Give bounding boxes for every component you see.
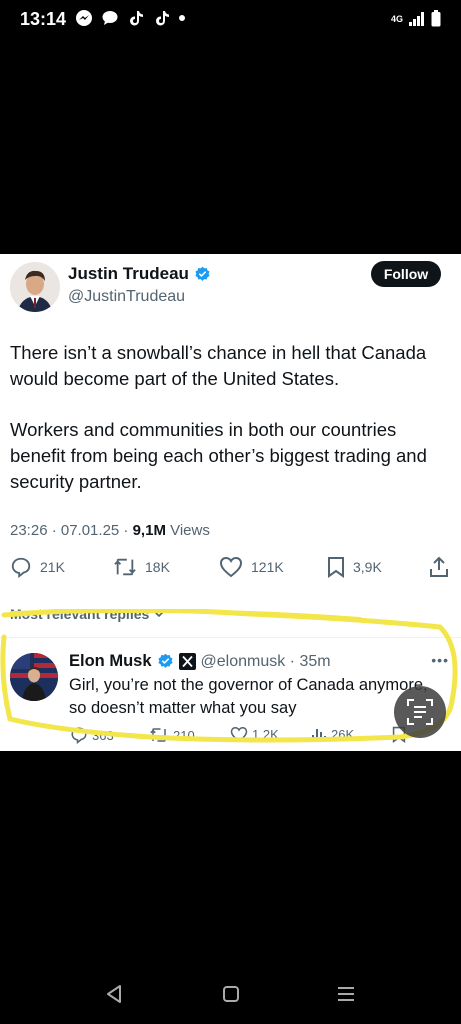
heart-icon [219, 556, 243, 578]
reply-avatar[interactable] [10, 653, 58, 701]
menu-icon[interactable] [334, 982, 358, 1006]
more-options-icon[interactable]: ••• [431, 652, 449, 668]
status-bar: 13:14 4G [0, 0, 461, 44]
tweet-paragraph-1: There isn’t a snowball’s chance in hell … [10, 342, 427, 389]
verified-badge-icon [195, 266, 210, 281]
tiktok-icon [130, 11, 143, 26]
reply-retweet-count: 210 [173, 727, 195, 743]
system-nav-bar [0, 965, 461, 1024]
back-icon[interactable] [103, 982, 127, 1006]
more-notifications-dot [179, 15, 185, 21]
messenger-icon [76, 10, 92, 26]
scan-text-icon [407, 699, 433, 725]
tweet-timestamp[interactable]: 23:26 · 07.01.25 · [10, 522, 133, 539]
reply-actions: 363 210 1,2K 26K [0, 726, 461, 746]
bookmark-count: 3,9K [353, 559, 382, 575]
author-handle[interactable]: @JustinTrudeau [68, 288, 185, 306]
like-count: 121K [251, 559, 284, 575]
reply-reply-action[interactable]: 363 [70, 726, 114, 744]
bookmark-icon [328, 557, 344, 578]
replies-sort-dropdown[interactable]: Most relevant replies [10, 606, 165, 622]
tweet-meta: 23:26 · 07.01.25 · 9,1M Views [10, 522, 210, 539]
signal-icon [409, 11, 424, 26]
x-affiliate-badge-icon [178, 653, 196, 670]
verified-badge-icon [157, 653, 173, 668]
reply-author-name[interactable]: Elon Musk [69, 652, 152, 671]
tweet-card: Justin Trudeau @JustinTrudeau Follow The… [0, 254, 461, 751]
follow-button[interactable]: Follow [371, 261, 441, 287]
replies-sort-label: Most relevant replies [10, 606, 150, 622]
divider [0, 637, 461, 638]
retweet-icon [114, 558, 136, 576]
retweet-action[interactable]: 18K [113, 556, 170, 578]
share-action[interactable] [429, 556, 449, 578]
reply-views-count: 26K [331, 726, 355, 742]
chevron-down-icon [154, 611, 164, 618]
reply-reply-count: 363 [92, 727, 114, 743]
reply-like-count: 1,2K [252, 727, 279, 742]
author-avatar[interactable] [10, 262, 60, 312]
views-count: 9,1M [132, 522, 166, 539]
reply-avatar-image [10, 653, 58, 701]
bookmark-action[interactable]: 3,9K [327, 556, 382, 578]
author-name[interactable]: Justin Trudeau [68, 264, 189, 284]
heart-icon [230, 726, 248, 743]
reply-like-action[interactable]: 1,2K [230, 726, 279, 743]
retweet-icon [150, 728, 168, 742]
retweet-count: 18K [145, 559, 170, 575]
reply-count: 21K [40, 559, 65, 575]
reply-text: Girl, you’re not the governor of Canada … [69, 676, 428, 717]
author-name-row: Justin Trudeau [68, 264, 211, 284]
reply-author-row: Elon Musk @elonmusk · 35m [69, 652, 331, 671]
network-type: 4G [390, 13, 403, 24]
reply-views-action[interactable]: 26K [311, 726, 354, 742]
analytics-icon [312, 729, 326, 741]
status-time: 13:14 [20, 9, 67, 29]
tweet-actions: 21K 18K 121K 3,9K [0, 556, 461, 586]
chat-icon [102, 11, 118, 25]
tweet-paragraph-2: Workers and communities in both our coun… [10, 419, 427, 492]
battery-icon [431, 10, 441, 27]
tiktok-icon [156, 11, 169, 26]
views-label: Views [165, 522, 210, 539]
status-right: 4G [391, 10, 441, 27]
reply-retweet-action[interactable]: 210 [149, 726, 195, 744]
reply-icon [71, 727, 87, 744]
like-action[interactable]: 121K [219, 556, 284, 578]
reply-author-handle[interactable]: @elonmusk · 35m [201, 653, 331, 671]
avatar-image [10, 262, 60, 312]
home-icon[interactable] [219, 982, 243, 1006]
share-icon [430, 556, 448, 577]
notification-icons [75, 9, 185, 27]
reply-action[interactable]: 21K [10, 556, 65, 578]
screen-scan-button[interactable] [394, 686, 446, 738]
reply-icon [11, 557, 31, 578]
